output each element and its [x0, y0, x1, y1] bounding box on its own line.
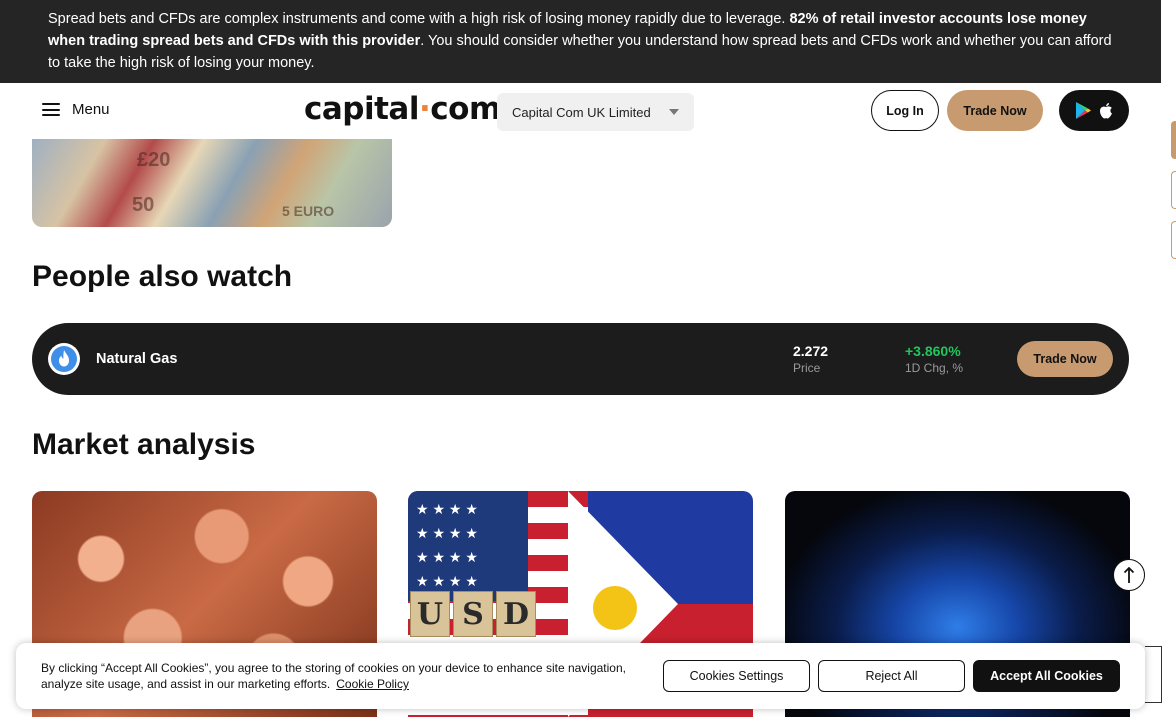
cookie-policy-link[interactable]: Cookie Policy: [336, 677, 409, 691]
change-block: +3.860% 1D Chg, %: [905, 343, 963, 375]
change-value: +3.860%: [905, 343, 961, 359]
price-block: 2.272 Price: [793, 343, 828, 375]
instrument-name: Natural Gas: [96, 351, 178, 367]
capital-com-logo[interactable]: capital·com: [304, 91, 501, 127]
flame-icon: [48, 343, 80, 375]
entity-select-value: Capital Com UK Limited: [512, 104, 651, 120]
menu-button[interactable]: Menu: [42, 101, 110, 118]
login-button[interactable]: Log In: [871, 90, 939, 131]
logo-word-left: capital: [304, 91, 419, 127]
logo-word-right: com: [430, 91, 501, 127]
tile-d: D: [496, 591, 536, 637]
page: Spread bets and CFDs are complex instrum…: [0, 0, 1176, 717]
cookies-settings-button[interactable]: Cookies Settings: [663, 660, 810, 692]
menu-label: Menu: [72, 101, 110, 118]
side-tab-2[interactable]: [1171, 171, 1176, 209]
usd-tiles: U S D: [410, 591, 536, 637]
cookie-consent-bar: By clicking “Accept All Cookies”, you ag…: [16, 643, 1145, 709]
tile-s: S: [453, 591, 493, 637]
reject-all-button[interactable]: Reject All: [818, 660, 965, 692]
google-play-icon: [1075, 102, 1091, 119]
watch-trade-now-button[interactable]: Trade Now: [1017, 341, 1113, 377]
tile-u: U: [410, 591, 450, 637]
risk-warning-banner: Spread bets and CFDs are complex instrum…: [0, 0, 1161, 83]
article-thumbnail-currency[interactable]: £20 50 5 EURO: [32, 139, 392, 227]
price-value: 2.272: [793, 343, 829, 359]
app-store-button[interactable]: [1059, 90, 1129, 131]
cookie-text: By clicking “Accept All Cookies”, you ag…: [41, 660, 641, 692]
site-header: Menu capital·com Capital Com UK Limited …: [0, 83, 1161, 139]
side-tab-3[interactable]: [1171, 221, 1176, 259]
market-analysis-heading: Market analysis: [32, 428, 256, 461]
menu-icon: [42, 103, 60, 116]
header-trade-now-button[interactable]: Trade Now: [947, 90, 1043, 131]
risk-text-1: Spread bets and CFDs are complex instrum…: [48, 11, 790, 27]
caret-down-icon: [669, 109, 679, 115]
entity-select[interactable]: Capital Com UK Limited: [497, 93, 694, 131]
arrow-up-icon: [1123, 566, 1135, 583]
apple-icon: [1099, 103, 1112, 119]
price-label: Price: [793, 361, 821, 375]
back-to-top-button[interactable]: [1113, 559, 1145, 591]
people-also-watch-heading: People also watch: [32, 260, 293, 293]
change-label: 1D Chg, %: [905, 361, 964, 375]
accept-all-cookies-button[interactable]: Accept All Cookies: [973, 660, 1120, 692]
cookie-bar-edge: [1145, 646, 1162, 703]
watch-row-natural-gas[interactable]: Natural Gas 2.272 Price +3.860% 1D Chg, …: [32, 323, 1129, 395]
cookie-message: By clicking “Accept All Cookies”, you ag…: [41, 661, 626, 691]
side-tab-1[interactable]: [1171, 121, 1176, 159]
logo-dot: ·: [418, 91, 431, 127]
